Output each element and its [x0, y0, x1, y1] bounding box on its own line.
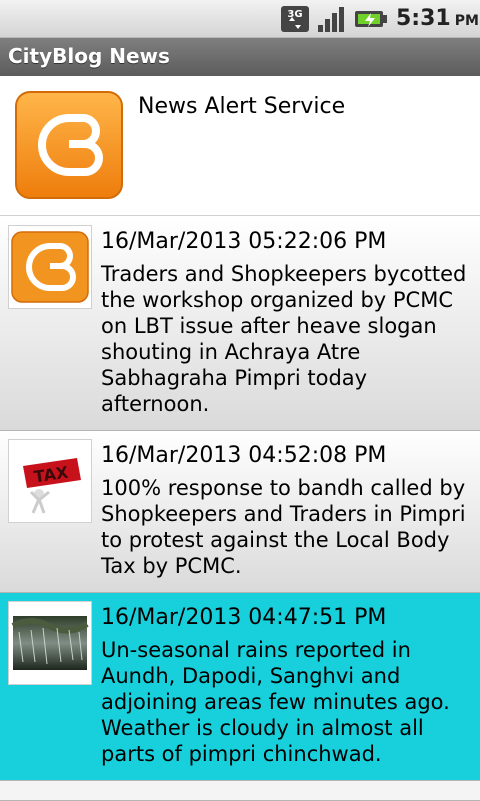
rain-image [11, 616, 89, 670]
tax-image: TAX [9, 440, 91, 522]
news-date: 16/Mar/2013 04:52:08 PM [101, 443, 387, 468]
news-text: Un-seasonal rains reported in Aundh, Dap… [101, 638, 450, 766]
news-thumbnail [8, 225, 92, 309]
cityblog-logo-icon [15, 91, 123, 199]
clock-ampm: PM [454, 13, 479, 29]
signal-strength-icon [318, 7, 344, 32]
service-header[interactable]: News Alert Service [0, 76, 480, 216]
app-title: CityBlog News [8, 44, 170, 68]
network-3g-icon: 3G [281, 6, 309, 32]
news-text: 100% response to bandh called by Shopkee… [101, 476, 466, 578]
battery-charging-icon [355, 11, 387, 27]
news-thumbnail: TAX [8, 439, 92, 523]
service-name: News Alert Service [138, 94, 346, 119]
news-date: 16/Mar/2013 04:47:51 PM [101, 605, 387, 630]
svg-text:3G: 3G [287, 9, 302, 20]
news-thumbnail [8, 601, 92, 685]
news-text: Traders and Shopkeepers bycotted the wor… [101, 262, 467, 416]
news-date: 16/Mar/2013 05:22:06 PM [101, 229, 387, 254]
status-clock: 5:31 PM [396, 6, 479, 31]
news-list: 16/Mar/2013 05:22:06 PM Traders and Shop… [0, 217, 480, 801]
news-item-partial[interactable] [0, 781, 480, 801]
news-item[interactable]: TAX 16/Mar/2013 04:52:08 PM 100% respons… [0, 431, 480, 593]
app-title-bar: CityBlog News [0, 38, 480, 76]
cityblog-logo-icon [11, 231, 89, 303]
news-item-selected[interactable]: 16/Mar/2013 04:47:51 PM Un-seasonal rain… [0, 593, 480, 781]
clock-time: 5:31 [396, 6, 451, 31]
status-bar: 3G 5:31 PM [0, 0, 480, 38]
news-item[interactable]: 16/Mar/2013 05:22:06 PM Traders and Shop… [0, 217, 480, 431]
